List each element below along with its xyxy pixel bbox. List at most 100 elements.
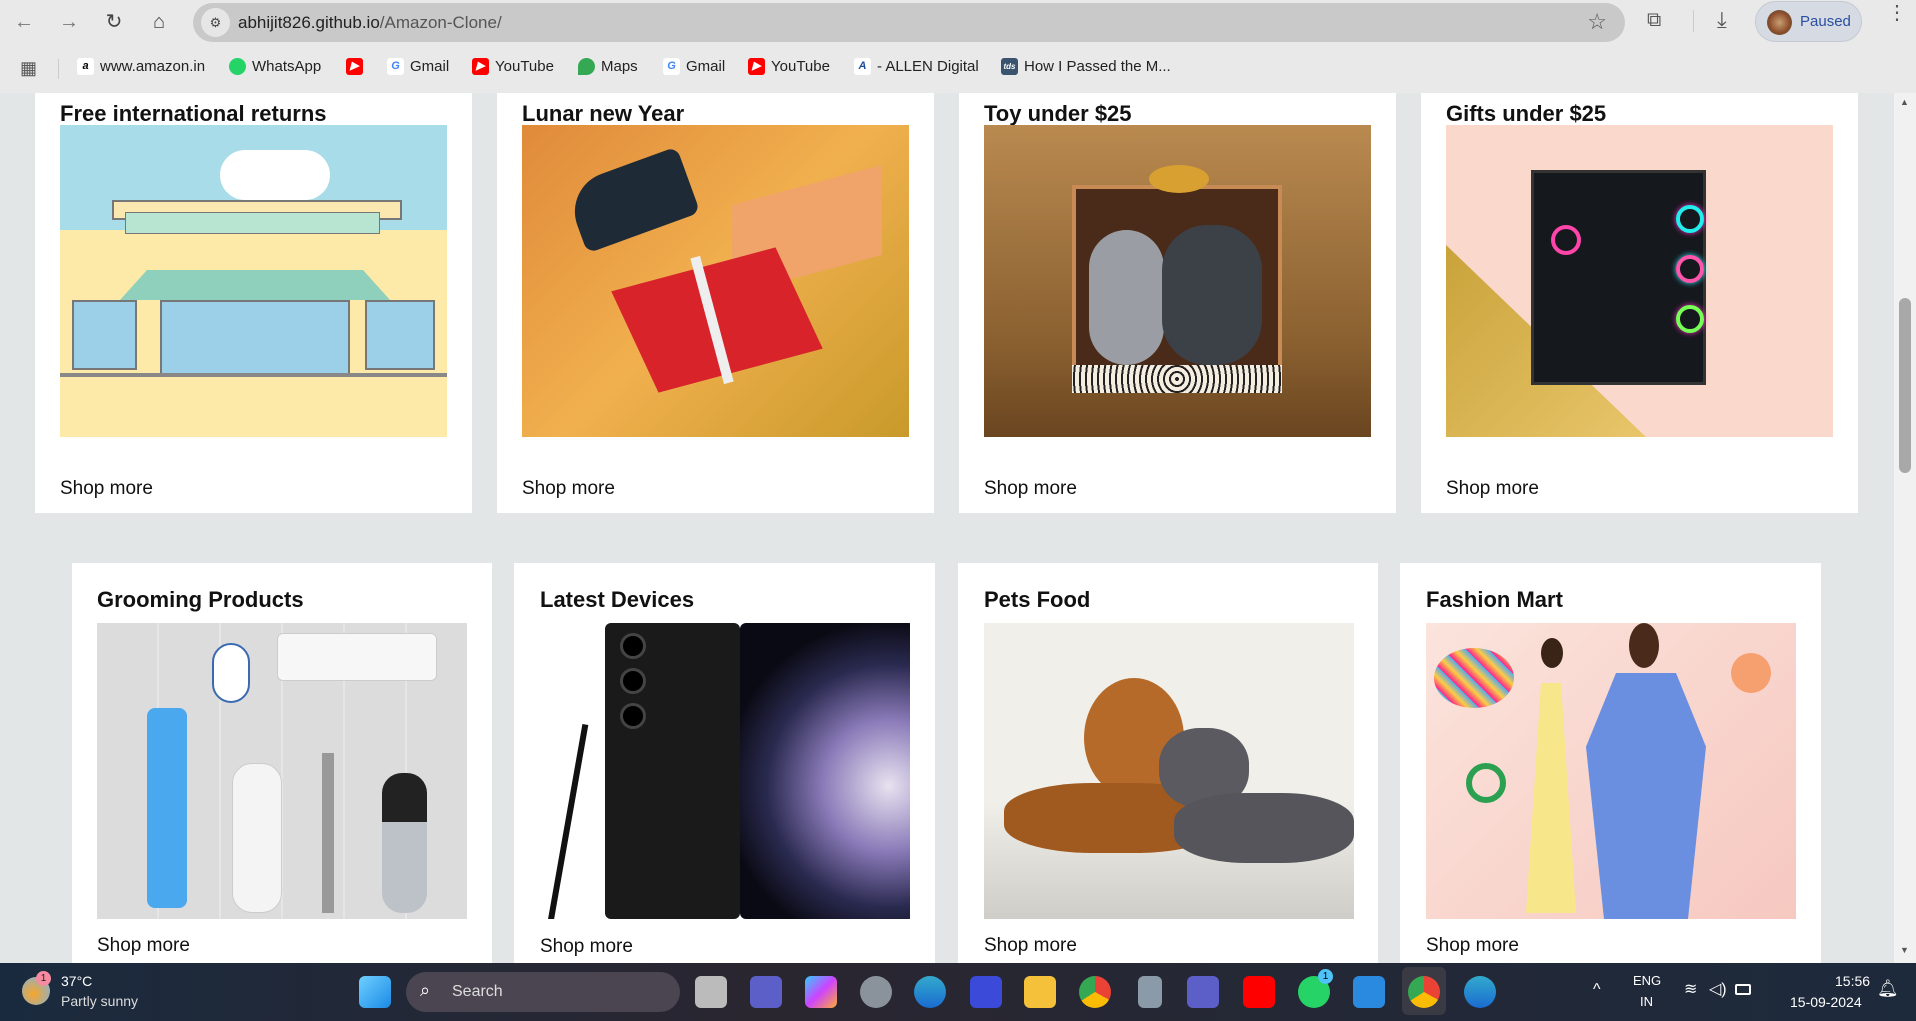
volume-icon[interactable]: ◁) [1709, 979, 1727, 999]
bookmark-maps[interactable]: Maps [578, 58, 638, 75]
bookmark-gmail[interactable]: G Gmail [387, 58, 449, 75]
shop-more-link[interactable]: Shop more [1426, 935, 1519, 957]
download-icon[interactable]: ⤓ [1717, 7, 1727, 33]
allen-icon: A [854, 58, 871, 75]
card-image-phone[interactable] [540, 623, 910, 919]
shop-more-link[interactable]: Shop more [60, 478, 153, 500]
card-image-plush-toys[interactable] [984, 125, 1371, 437]
vscode-icon[interactable] [1353, 976, 1385, 1008]
bookmark-youtube[interactable]: ▶ YouTube [472, 58, 554, 75]
search-box[interactable]: ⌕ Search [406, 972, 680, 1012]
app-icon[interactable] [970, 976, 1002, 1008]
temperature: 37°C [61, 973, 93, 989]
clock-date[interactable]: 15-09-2024 [1790, 994, 1862, 1010]
card-toy-under-25: Toy under $25 Shop more [959, 93, 1396, 513]
card-image-pc-case[interactable] [1446, 125, 1833, 437]
shop-more-link[interactable]: Shop more [984, 935, 1077, 957]
card-image-gifts[interactable] [522, 125, 909, 437]
maps-icon [578, 58, 595, 75]
bookmark-label: How I Passed the M... [1024, 58, 1171, 75]
bookmark-gmail-2[interactable]: G Gmail [663, 58, 725, 75]
card-grooming-products: Grooming Products Shop more [72, 563, 492, 963]
edge-icon[interactable] [914, 976, 946, 1008]
profile-button[interactable]: Paused [1755, 1, 1862, 42]
youtube-icon: ▶ [346, 58, 363, 75]
extensions-icon[interactable]: ⧉ [1647, 9, 1661, 32]
url-host: abhijit826.github.io [238, 13, 380, 32]
card-title: Latest Devices [540, 587, 695, 612]
bookmark-allen[interactable]: A - ALLEN Digital [854, 58, 979, 75]
bookmarks-bar: ▦ a www.amazon.in WhatsApp ▶ G Gmail ▶ YouT… [0, 44, 1916, 93]
card-free-returns: Free international returns Shop more [35, 93, 472, 513]
region-label[interactable]: IN [1640, 994, 1653, 1009]
home-button[interactable]: ⌂ [145, 8, 173, 36]
youtube-app-icon[interactable] [1243, 976, 1275, 1008]
card-gifts-under-25: Gifts under $25 Shop more [1421, 93, 1858, 513]
forward-button[interactable]: → [55, 8, 83, 36]
card-image-storefront[interactable] [60, 125, 447, 437]
language-label[interactable]: ENG [1633, 973, 1661, 988]
shop-more-link[interactable]: Shop more [1446, 478, 1539, 500]
calculator-icon[interactable] [1138, 976, 1162, 1008]
menu-icon[interactable]: ⋮ [1887, 3, 1907, 23]
url-text[interactable]: abhijit826.github.io/Amazon-Clone/ [238, 13, 502, 33]
bookmark-label: YouTube [771, 58, 830, 75]
bookmark-tds[interactable]: tds How I Passed the M... [1001, 58, 1171, 75]
bookmark-whatsapp[interactable]: WhatsApp [229, 58, 321, 75]
teams-icon-2[interactable] [1187, 976, 1219, 1008]
bookmark-label: www.amazon.in [100, 58, 206, 75]
card-image-fashion[interactable] [1426, 623, 1796, 919]
clock-time[interactable]: 15:56 [1835, 973, 1870, 989]
address-bar[interactable]: ⚙ abhijit826.github.io/Amazon-Clone/ ☆ [193, 3, 1625, 42]
youtube-icon: ▶ [748, 58, 765, 75]
card-lunar-new-year: Lunar new Year Shop more [497, 93, 934, 513]
settings-icon[interactable] [860, 976, 892, 1008]
browser-toolbar: ← → ↻ ⌂ ⚙ abhijit826.github.io/Amazon-Cl… [0, 0, 1916, 44]
start-button[interactable] [359, 976, 391, 1008]
bookmark-label: WhatsApp [252, 58, 322, 75]
chrome-icon-active[interactable] [1408, 976, 1440, 1008]
bookmark-youtube-icon-only[interactable]: ▶ [346, 58, 363, 75]
shop-more-link[interactable]: Shop more [522, 478, 615, 500]
scrollbar-thumb[interactable] [1899, 298, 1911, 473]
back-button[interactable]: ← [10, 8, 38, 36]
card-title: Lunar new Year [522, 101, 685, 126]
scroll-down-arrow[interactable]: ▼ [1900, 945, 1909, 955]
bookmark-youtube-2[interactable]: ▶ YouTube [748, 58, 830, 75]
reload-button[interactable]: ↻ [100, 8, 128, 36]
bookmark-amazon[interactable]: a www.amazon.in [77, 58, 205, 75]
chrome-icon[interactable] [1079, 976, 1111, 1008]
shop-more-link[interactable]: Shop more [540, 936, 633, 958]
google-icon: G [663, 58, 680, 75]
copilot-icon[interactable] [805, 976, 837, 1008]
scroll-up-arrow[interactable]: ▲ [1900, 97, 1909, 107]
edge-icon-2[interactable] [1464, 976, 1496, 1008]
site-info-icon[interactable]: ⚙ [201, 8, 230, 37]
battery-icon[interactable] [1735, 984, 1751, 995]
shop-more-link[interactable]: Shop more [984, 478, 1077, 500]
task-view-icon[interactable] [695, 976, 727, 1008]
teams-icon[interactable] [750, 976, 782, 1008]
notification-bell-icon[interactable]: 🔔︎ [1877, 979, 1899, 999]
search-icon: ⌕ [420, 980, 431, 1000]
bookmark-star-icon[interactable]: ☆ [1587, 9, 1607, 35]
taskbar: 1 37°C Partly sunny ⌕ Search 1 ^ ENG IN … [0, 963, 1916, 1021]
shop-more-link[interactable]: Shop more [97, 935, 190, 957]
card-title: Free international returns [60, 101, 327, 126]
scrollbar[interactable]: ▲ ▼ [1894, 93, 1916, 963]
avatar [1767, 10, 1792, 35]
weather-badge: 1 [36, 971, 51, 986]
file-explorer-icon[interactable] [1024, 976, 1056, 1008]
card-image-dog-and-cat[interactable] [984, 623, 1354, 919]
url-path: /Amazon-Clone/ [379, 13, 502, 32]
bookmark-label: Gmail [410, 58, 450, 75]
bookmark-label: - ALLEN Digital [877, 58, 979, 75]
wifi-icon[interactable]: ≋ [1684, 979, 1697, 999]
tray-chevron-icon[interactable]: ^ [1593, 981, 1601, 999]
card-image-grooming[interactable] [97, 623, 467, 919]
apps-grid-icon[interactable]: ▦ [20, 58, 37, 79]
divider [1693, 10, 1694, 32]
card-pets-food: Pets Food Shop more [958, 563, 1378, 963]
amazon-icon: a [77, 58, 94, 75]
whatsapp-badge: 1 [1318, 969, 1333, 984]
